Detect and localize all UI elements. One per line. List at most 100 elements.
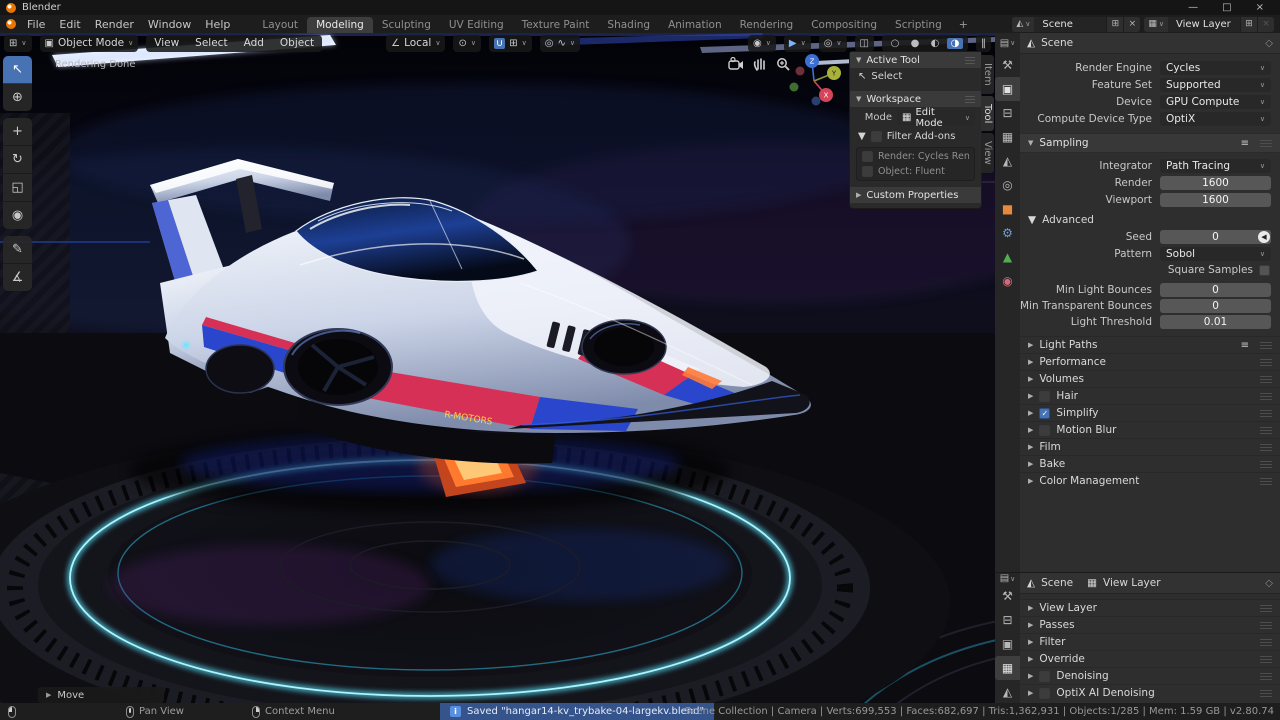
editor-type-button[interactable]: ⊞ ∨ bbox=[4, 34, 32, 52]
workspace-tab[interactable]: UV Editing bbox=[440, 17, 513, 33]
menu-item[interactable]: File bbox=[20, 17, 52, 32]
axis-navigation-gizmo[interactable]: Z Y X bbox=[786, 49, 850, 113]
active-tool-select[interactable]: ↖ Select bbox=[850, 68, 981, 85]
pin-icon[interactable]: ◇ bbox=[1265, 578, 1273, 589]
collapsed-panel[interactable]: ▶ ✓ Simplify bbox=[1020, 404, 1280, 421]
shading-mode-button[interactable]: ○ bbox=[887, 38, 903, 49]
properties-tab[interactable]: ⚒ bbox=[995, 584, 1020, 608]
panel-checkbox[interactable] bbox=[1039, 424, 1051, 436]
collapsed-panel[interactable]: ▶ Override bbox=[1020, 650, 1280, 667]
property-slider[interactable]: 0.01 bbox=[1160, 315, 1271, 329]
proportional-edit-icon[interactable]: ◎ bbox=[545, 38, 554, 49]
viewport-menu-item[interactable]: Object bbox=[274, 37, 320, 49]
properties-tab[interactable]: ⚙ bbox=[995, 221, 1020, 245]
workspace-tab[interactable]: Sculpting bbox=[373, 17, 440, 33]
workspace-tab[interactable]: Compositing bbox=[802, 17, 886, 33]
delete-view-layer-button[interactable]: × bbox=[1257, 16, 1274, 32]
collapsed-panel[interactable]: ▶ Bake bbox=[1020, 455, 1280, 472]
square-samples-checkbox[interactable] bbox=[1259, 264, 1270, 276]
collapsed-panel[interactable]: ▶ Light Paths ≡ bbox=[1020, 336, 1280, 353]
properties-tab[interactable]: ◭ bbox=[995, 149, 1020, 173]
workspace-panel-header[interactable]: ▼ Workspace bbox=[850, 91, 981, 107]
workspace-tab[interactable]: Scripting bbox=[886, 17, 951, 33]
properties-tab[interactable]: ▣ bbox=[995, 77, 1020, 101]
proportional-editing-controls[interactable]: ◎ ∿ ∨ bbox=[539, 34, 581, 52]
delete-scene-button[interactable]: × bbox=[1123, 16, 1141, 32]
minimize-button[interactable]: — bbox=[1188, 2, 1198, 13]
properties-tab[interactable]: ⊟ bbox=[995, 101, 1020, 125]
active-tool-panel-header[interactable]: ▼ Active Tool bbox=[850, 52, 981, 68]
collapsed-panel[interactable]: ▶ Volumes bbox=[1020, 370, 1280, 387]
properties-tab[interactable]: ⊟ bbox=[995, 608, 1020, 632]
close-button[interactable]: × bbox=[1256, 2, 1264, 13]
drag-grip-icon[interactable] bbox=[965, 95, 975, 103]
pivot-point-dropdown[interactable]: ⊙ ∨ bbox=[453, 34, 481, 52]
collapsed-panel[interactable]: ▶ Motion Blur bbox=[1020, 421, 1280, 438]
property-slider[interactable]: 0 bbox=[1160, 283, 1271, 297]
filter-addons-checkbox[interactable] bbox=[870, 131, 882, 142]
drag-grip-icon[interactable] bbox=[1260, 409, 1272, 417]
tool-button[interactable]: ◱ bbox=[3, 174, 32, 202]
pattern-dropdown[interactable]: Sobol ∨ bbox=[1160, 246, 1271, 261]
properties-tab[interactable]: ▦ bbox=[995, 125, 1020, 149]
tool-button[interactable]: ◉ bbox=[3, 202, 32, 229]
camera-view-icon[interactable] bbox=[728, 57, 744, 71]
tool-button[interactable]: ⊕ bbox=[3, 84, 32, 111]
tool-button[interactable]: + bbox=[3, 118, 32, 146]
magnet-icon[interactable]: ∪ bbox=[493, 37, 506, 49]
drag-grip-icon[interactable] bbox=[1260, 358, 1272, 366]
drag-grip-icon[interactable] bbox=[1260, 460, 1272, 468]
properties-tab[interactable]: ⚒ bbox=[995, 53, 1020, 77]
workspace-tab[interactable]: Shading bbox=[598, 17, 659, 33]
sidebar-tab[interactable]: Tool bbox=[981, 95, 994, 132]
addon-item[interactable]: Object: Fluent bbox=[862, 166, 969, 177]
property-slider[interactable]: 0 bbox=[1160, 299, 1271, 313]
collapsed-panel[interactable]: ▶ Color Management bbox=[1020, 472, 1280, 489]
drag-grip-icon[interactable] bbox=[1260, 672, 1272, 680]
maximize-button[interactable]: □ bbox=[1222, 2, 1231, 13]
addon-item[interactable]: Render: Cycles Render Engine bbox=[862, 151, 969, 162]
collapsed-panel[interactable]: ▶ Film bbox=[1020, 438, 1280, 455]
new-view-layer-button[interactable]: ⊞ bbox=[1240, 16, 1257, 32]
blender-menu-icon[interactable] bbox=[6, 19, 16, 29]
drag-grip-icon[interactable] bbox=[1260, 477, 1272, 485]
drag-grip-icon[interactable] bbox=[1260, 604, 1272, 612]
workspace-tab[interactable]: Animation bbox=[659, 17, 731, 33]
viewport-menu-item[interactable]: Add bbox=[238, 37, 270, 49]
breadcrumb[interactable]: Scene bbox=[1041, 37, 1073, 49]
properties-tab[interactable]: ▦ bbox=[995, 656, 1020, 680]
property-dropdown[interactable]: Cycles ∨ bbox=[1160, 60, 1271, 75]
property-dropdown[interactable]: GPU Compute ∨ bbox=[1160, 94, 1271, 109]
snapping-controls[interactable]: ∪ ⊞ ∨ bbox=[488, 34, 532, 52]
object-visibility-dropdown[interactable]: ◉ ∨ bbox=[748, 34, 776, 52]
breadcrumb-scene[interactable]: Scene bbox=[1041, 577, 1073, 589]
drag-grip-icon[interactable] bbox=[1260, 341, 1272, 349]
tool-button[interactable]: ↻ bbox=[3, 146, 32, 174]
property-dropdown[interactable]: OptiX ∨ bbox=[1160, 111, 1271, 126]
editor-type-button[interactable]: ▤ ∨ bbox=[995, 573, 1020, 584]
collapsed-panel[interactable]: ▶ Passes bbox=[1020, 616, 1280, 633]
tool-button[interactable]: ∡ bbox=[3, 264, 32, 291]
pan-hand-icon[interactable] bbox=[753, 57, 767, 71]
menu-item[interactable]: Render bbox=[88, 17, 141, 32]
tool-button[interactable]: ✎ bbox=[3, 236, 32, 264]
addon-checkbox[interactable] bbox=[862, 166, 873, 177]
shading-mode-button[interactable]: ◑ bbox=[947, 37, 963, 49]
collapsed-panel[interactable]: ▶ Performance bbox=[1020, 353, 1280, 370]
drag-grip-icon[interactable] bbox=[1260, 689, 1272, 697]
viewport-samples-slider[interactable]: 1600 bbox=[1160, 192, 1271, 207]
seed-animate-button[interactable]: ◀ bbox=[1258, 230, 1270, 243]
filter-addons-row[interactable]: ▼ Filter Add-ons bbox=[850, 128, 981, 145]
seed-field[interactable]: 0 ◀ bbox=[1160, 229, 1271, 244]
drag-grip-icon[interactable] bbox=[1260, 655, 1272, 663]
pin-icon[interactable]: ◇ bbox=[1265, 38, 1273, 49]
collapsed-panel[interactable]: ▶ View Layer bbox=[1020, 599, 1280, 616]
collapsed-panel[interactable]: ▶ Denoising bbox=[1020, 667, 1280, 684]
render-samples-slider[interactable]: 1600 bbox=[1160, 175, 1271, 190]
workspace-tab[interactable]: Rendering bbox=[731, 17, 803, 33]
presets-icon[interactable]: ≡ bbox=[1241, 340, 1249, 351]
shading-mode-button[interactable]: ◐ bbox=[927, 38, 943, 49]
panel-checkbox[interactable]: ✓ bbox=[1039, 407, 1051, 419]
properties-tab[interactable]: ◭ bbox=[995, 680, 1020, 704]
property-dropdown[interactable]: Supported ∨ bbox=[1160, 77, 1271, 92]
